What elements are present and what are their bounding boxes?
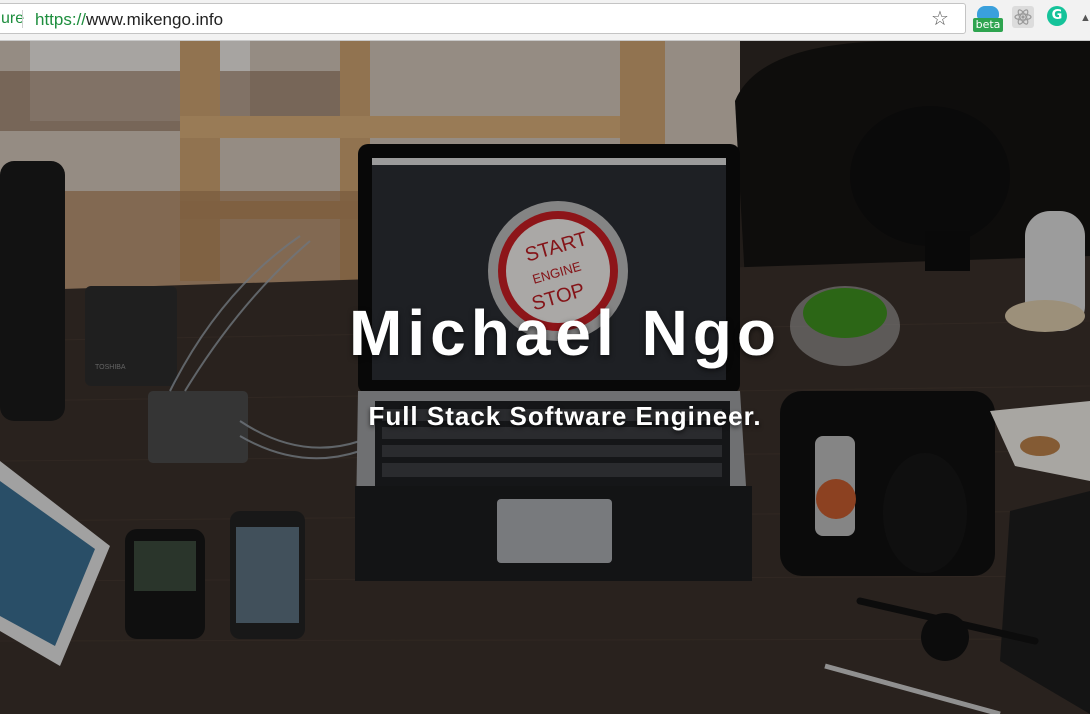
beta-badge: beta — [973, 18, 1003, 32]
hero-title: Michael Ngo — [349, 297, 781, 369]
hero-dark-overlay — [0, 41, 1090, 714]
bookmark-star-icon[interactable]: ☆ — [931, 9, 949, 29]
url-host: www.mikengo.info — [86, 10, 224, 29]
secure-indicator[interactable]: ure — [1, 10, 24, 28]
grammarly-icon[interactable]: G — [1047, 6, 1067, 26]
beta-extension-icon[interactable]: beta — [973, 6, 1003, 34]
react-devtools-icon[interactable] — [1012, 6, 1034, 28]
address-bar[interactable]: ure https://www.mikengo.info ☆ — [0, 3, 966, 34]
hero-subtitle: Full Stack Software Engineer. — [368, 401, 762, 431]
browser-toolbar: ure https://www.mikengo.info ☆ beta G ▲ — [0, 0, 1090, 41]
url-scheme: https:// — [35, 10, 87, 29]
omnibox-divider — [22, 10, 23, 28]
hero-section: TOSHIBA START ENGINE STOP Michael Ngo Fu… — [0, 41, 1090, 714]
url-text[interactable]: https://www.mikengo.info — [35, 10, 223, 30]
overflow-menu-icon[interactable]: ▲ — [1080, 12, 1090, 24]
